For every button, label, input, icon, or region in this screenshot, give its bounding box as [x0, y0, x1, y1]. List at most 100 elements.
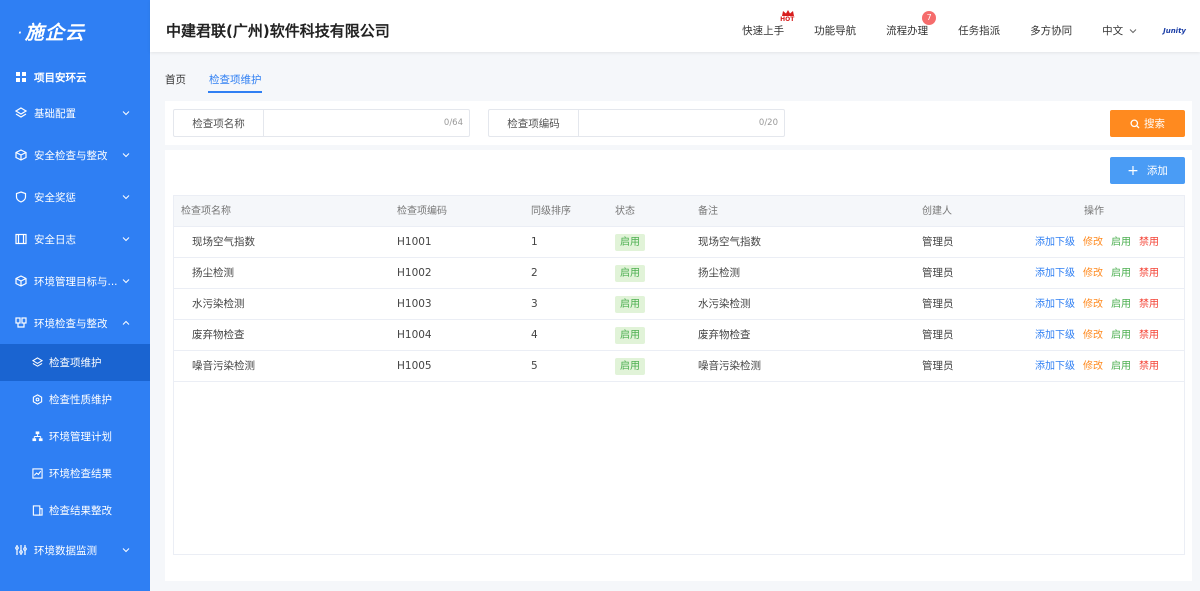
search-button[interactable]: 搜索	[1110, 110, 1185, 137]
table-header: 检查项名称 检查项编码 同级排序 状态 备注 创建人 操作	[174, 196, 1184, 227]
add-child-link[interactable]: 添加下级	[1035, 361, 1075, 372]
cell-remark: 扬尘检测	[698, 267, 740, 279]
edit-link[interactable]: 修改	[1083, 361, 1103, 372]
cell-creator: 管理员	[922, 329, 954, 341]
disable-link[interactable]: 禁用	[1139, 330, 1159, 341]
row-actions: 添加下级 修改 启用 禁用	[1035, 351, 1159, 382]
row-actions: 添加下级 修改 启用 禁用	[1035, 227, 1159, 258]
check-item-code-input[interactable]: 0/20	[579, 110, 784, 136]
sidebar-item-label: 安全奖惩	[34, 191, 76, 204]
company-title: 中建君联(广州)软件科技有限公司	[166, 22, 390, 40]
sidebar-item-label: 环境数据监测	[34, 544, 97, 557]
edit-link[interactable]: 修改	[1083, 237, 1103, 248]
enable-link[interactable]: 启用	[1111, 299, 1131, 310]
search-icon	[1130, 118, 1140, 128]
disable-link[interactable]: 禁用	[1139, 268, 1159, 279]
check-item-name-field: 检查项名称 0/64	[173, 109, 470, 137]
cell-creator: 管理员	[922, 298, 954, 310]
add-button[interactable]: + 添加	[1110, 157, 1185, 184]
layers-icon	[30, 356, 44, 370]
cube-icon	[14, 274, 28, 288]
chevron-down-icon	[122, 193, 130, 201]
tab-check-item[interactable]: 检查项维护	[209, 72, 262, 87]
char-count: 0/64	[443, 118, 463, 128]
sliders-icon	[14, 543, 28, 557]
disable-link[interactable]: 禁用	[1139, 237, 1159, 248]
row-actions: 添加下级 修改 启用 禁用	[1035, 289, 1159, 320]
status-badge: 启用	[615, 234, 645, 251]
check-item-table: 检查项名称 检查项编码 同级排序 状态 备注 创建人 操作 现场空气指数 H100…	[173, 195, 1185, 555]
process-link[interactable]: 流程办理 7	[886, 0, 937, 62]
sidebar-item-env-check[interactable]: 环境检查与整改	[0, 302, 150, 344]
status-badge: 启用	[615, 265, 645, 282]
feature-nav-link[interactable]: 功能导航	[814, 0, 856, 62]
check-item-name-input[interactable]: 0/64	[264, 110, 469, 136]
cell-creator: 管理员	[922, 360, 954, 372]
disable-link[interactable]: 禁用	[1139, 299, 1159, 310]
quick-start-label: 快速上手	[742, 25, 785, 37]
header: 中建君联(广州)软件科技有限公司 快速上手 HOT 功能导航 流程办理 7 任务…	[150, 0, 1200, 52]
cell-remark: 噪音污染检测	[698, 360, 761, 372]
sidebar-item-safety-check[interactable]: 安全检查与整改	[0, 134, 150, 176]
sidebar-subitem-label: 检查结果整改	[49, 505, 112, 517]
sidebar-item-safety-reward[interactable]: 安全奖惩	[0, 176, 150, 218]
cell-name: 水污染检测	[192, 298, 245, 310]
quick-start-link[interactable]: 快速上手 HOT	[742, 0, 794, 62]
sidebar-subitem-env-plan[interactable]: 环境管理计划	[0, 418, 150, 455]
search-button-label: 搜索	[1144, 118, 1165, 130]
add-child-link[interactable]: 添加下级	[1035, 237, 1075, 248]
header-status: 状态	[615, 206, 635, 217]
add-child-link[interactable]: 添加下级	[1035, 299, 1075, 310]
status-badge: 启用	[615, 327, 645, 344]
enable-link[interactable]: 启用	[1111, 361, 1131, 372]
disable-link[interactable]: 禁用	[1139, 361, 1159, 372]
sidebar-subitem-label: 环境检查结果	[49, 468, 112, 480]
sidebar-item-env-target[interactable]: 环境管理目标与...	[0, 260, 150, 302]
sidebar-subitem-check-nature[interactable]: 检查性质维护	[0, 381, 150, 418]
sidebar-item-label: 基础配置	[34, 107, 76, 120]
status-badge: 启用	[615, 296, 645, 313]
logo-text: 施企云	[24, 21, 85, 44]
chevron-down-icon	[122, 277, 130, 285]
check-item-name-label: 检查项名称	[174, 110, 264, 136]
sidebar-item-env-monitor[interactable]: 环境数据监测	[0, 529, 150, 571]
sidebar-item-basic-config[interactable]: 基础配置	[0, 92, 150, 134]
cell-name: 废弃物检查	[192, 329, 245, 341]
enable-link[interactable]: 启用	[1111, 268, 1131, 279]
collab-link[interactable]: 多方协同	[1030, 0, 1072, 62]
cell-order: 3	[531, 298, 538, 310]
sidebar-item-project[interactable]: 项目安环云	[0, 62, 150, 92]
sidebar-item-label: 项目安环云	[34, 71, 87, 84]
cell-order: 5	[531, 360, 538, 372]
enable-link[interactable]: 启用	[1111, 330, 1131, 341]
edit-link[interactable]: 修改	[1083, 330, 1103, 341]
chevron-down-icon	[1129, 29, 1137, 34]
task-link[interactable]: 任务指派	[958, 0, 1000, 62]
sidebar-subitem-check-item[interactable]: 检查项维护	[0, 344, 150, 381]
top-nav: 快速上手 HOT 功能导航 流程办理 7 任务指派 多方协同 中文 Junity	[742, 0, 1200, 62]
cell-name: 现场空气指数	[192, 236, 255, 248]
sidebar: · 施企云 项目安环云 基础配置 安全检查与整改 安全奖惩 安全日志 环境管理目标…	[0, 0, 150, 591]
language-select[interactable]: 中文	[1102, 0, 1137, 62]
sidebar-item-safety-log[interactable]: 安全日志	[0, 218, 150, 260]
header-ops: 操作	[1084, 206, 1104, 217]
sidebar-subitem-result-fix[interactable]: 检查结果整改	[0, 492, 150, 529]
film-icon	[14, 232, 28, 246]
edit-link[interactable]: 修改	[1083, 268, 1103, 279]
sidebar-subitem-env-result[interactable]: 环境检查结果	[0, 455, 150, 492]
hot-badge: HOT	[780, 10, 794, 24]
inspect-icon	[14, 316, 28, 330]
tab-home[interactable]: 首页	[165, 72, 186, 87]
org-chart-icon	[30, 430, 44, 444]
enable-link[interactable]: 启用	[1111, 237, 1131, 248]
table-panel: + 添加 检查项名称 检查项编码 同级排序 状态 备注 创建人 操作 现场空气指…	[165, 150, 1192, 581]
cell-code: H1004	[397, 329, 432, 341]
cell-order: 4	[531, 329, 538, 341]
logo[interactable]: · 施企云	[0, 0, 150, 62]
process-count-badge: 7	[922, 11, 937, 25]
add-child-link[interactable]: 添加下级	[1035, 268, 1075, 279]
edit-link[interactable]: 修改	[1083, 299, 1103, 310]
add-child-link[interactable]: 添加下级	[1035, 330, 1075, 341]
check-item-code-label: 检查项编码	[489, 110, 579, 136]
grid-icon	[14, 70, 28, 84]
